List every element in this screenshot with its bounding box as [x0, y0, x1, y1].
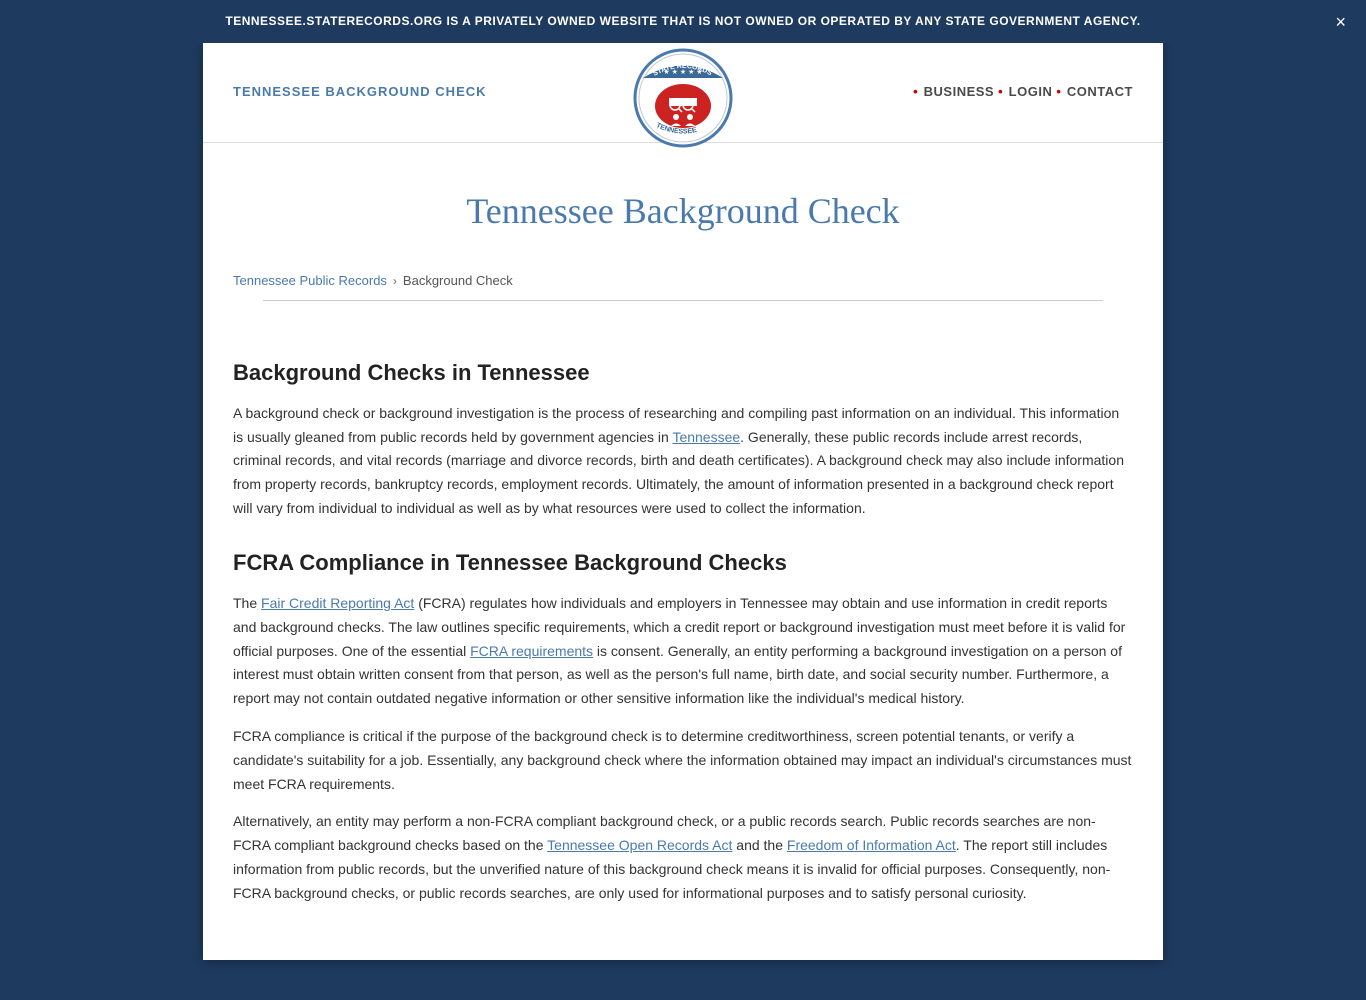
breadcrumb-divider: [263, 300, 1103, 301]
breadcrumb-parent-link[interactable]: Tennessee Public Records: [233, 271, 387, 292]
fcra-requirements-link[interactable]: FCRA requirements: [470, 643, 593, 659]
section-1-para-1: A background check or background investi…: [233, 402, 1133, 521]
page-title: Tennessee Background Check: [233, 183, 1133, 241]
section-2-para-2: FCRA compliance is critical if the purpo…: [233, 725, 1133, 796]
breadcrumb-separator: ›: [393, 272, 397, 291]
section-2-para-3: Alternatively, an entity may perform a n…: [233, 810, 1133, 905]
top-banner: TENNESSEE.STATERECORDS.ORG IS A PRIVATEL…: [0, 0, 1366, 43]
nav-business[interactable]: BUSINESS: [924, 82, 994, 103]
fcra-link[interactable]: Fair Credit Reporting Act: [261, 595, 414, 611]
section-2-para-1: The Fair Credit Reporting Act (FCRA) reg…: [233, 592, 1133, 711]
banner-text: TENNESSEE.STATERECORDS.ORG IS A PRIVATEL…: [225, 14, 1140, 28]
nav-login[interactable]: LOGIN: [1009, 82, 1053, 103]
nav-links: • BUSINESS • LOGIN • CONTACT: [913, 82, 1133, 103]
nav-contact[interactable]: CONTACT: [1067, 82, 1133, 103]
tennessee-link-1[interactable]: Tennessee: [672, 429, 740, 445]
breadcrumb-current: Background Check: [403, 271, 513, 292]
contact-dot: •: [1056, 82, 1061, 103]
content-area: Background Checks in Tennessee A backgro…: [203, 311, 1163, 960]
site-logo: ★ ★ ★ ★ ★ STATE RECORDS: [633, 48, 733, 153]
foia-link[interactable]: Freedom of Information Act: [787, 837, 956, 853]
tn-open-records-link[interactable]: Tennessee Open Records Act: [547, 837, 732, 853]
site-header: TENNESSEE BACKGROUND CHECK ★ ★ ★ ★ ★ STA…: [203, 43, 1163, 143]
breadcrumb-section: Tennessee Public Records › Background Ch…: [203, 261, 1163, 311]
close-banner-button[interactable]: ×: [1335, 13, 1346, 31]
breadcrumb: Tennessee Public Records › Background Ch…: [233, 271, 1133, 292]
content-card: TENNESSEE BACKGROUND CHECK ★ ★ ★ ★ ★ STA…: [203, 43, 1163, 959]
section-2-heading: FCRA Compliance in Tennessee Background …: [233, 545, 1133, 580]
login-dot: •: [998, 82, 1003, 103]
business-dot: •: [913, 82, 918, 103]
site-title-link[interactable]: TENNESSEE BACKGROUND CHECK: [233, 82, 487, 103]
main-wrapper: TENNESSEE BACKGROUND CHECK ★ ★ ★ ★ ★ STA…: [0, 43, 1366, 999]
section-1-heading: Background Checks in Tennessee: [233, 355, 1133, 390]
logo-container: ★ ★ ★ ★ ★ STATE RECORDS: [633, 48, 733, 161]
